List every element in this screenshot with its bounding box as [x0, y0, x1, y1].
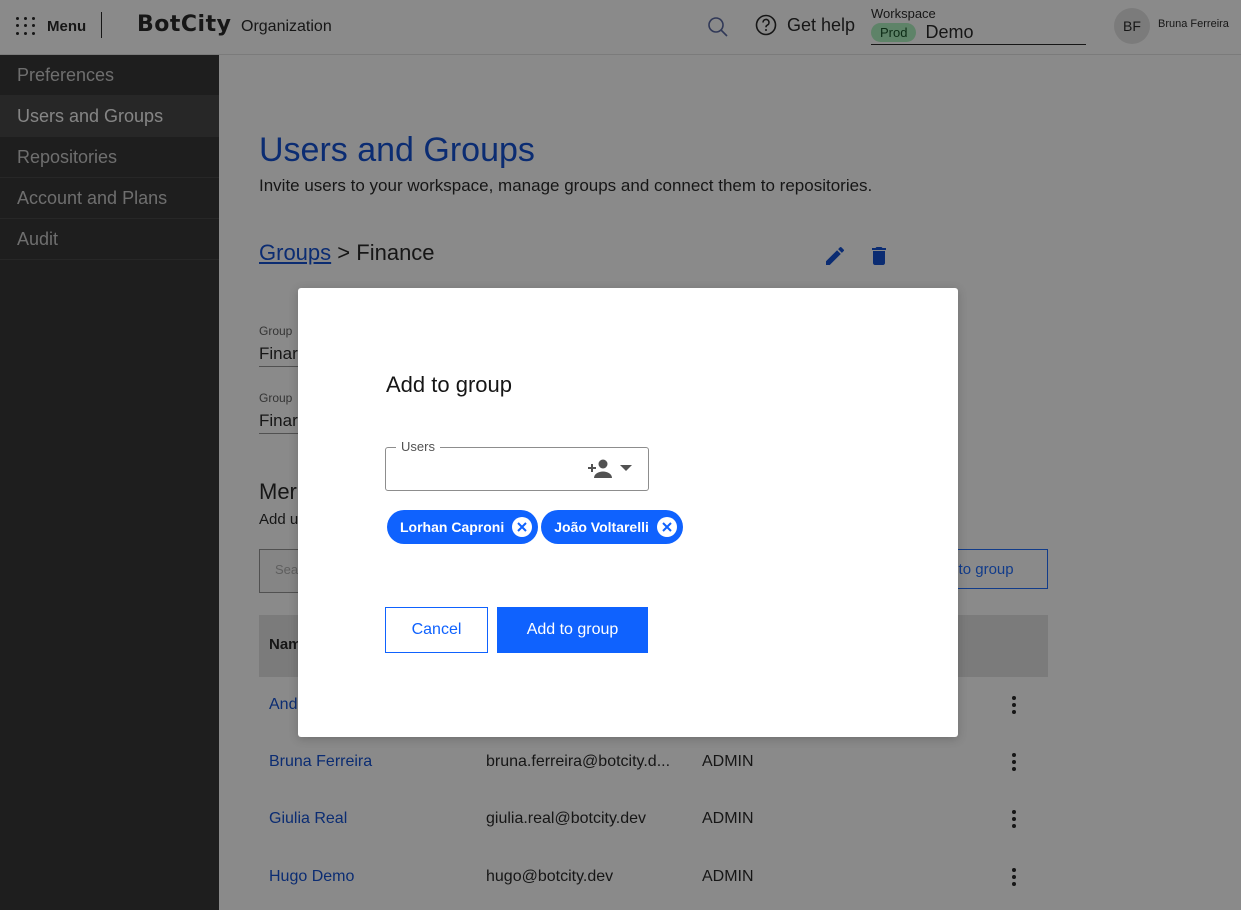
users-select-input[interactable]: Users [385, 439, 649, 491]
user-chip: Lorhan Caproni [387, 510, 539, 544]
close-icon[interactable] [512, 517, 533, 537]
add-to-group-button[interactable]: Add to group [497, 607, 648, 653]
close-icon[interactable] [656, 517, 677, 537]
chip-label: João Voltarelli [554, 519, 649, 535]
chip-label: Lorhan Caproni [400, 519, 505, 535]
add-to-group-modal: Add to group Users Lorhan Caproni João V… [298, 288, 958, 737]
cancel-button[interactable]: Cancel [385, 607, 488, 653]
users-field-label: Users [396, 439, 440, 454]
modal-title: Add to group [386, 372, 512, 397]
user-chip: João Voltarelli [541, 510, 683, 544]
selected-users: Lorhan Caproni João Voltarelli [387, 510, 683, 544]
add-person-icon [588, 459, 612, 478]
chevron-down-icon[interactable] [620, 465, 632, 471]
